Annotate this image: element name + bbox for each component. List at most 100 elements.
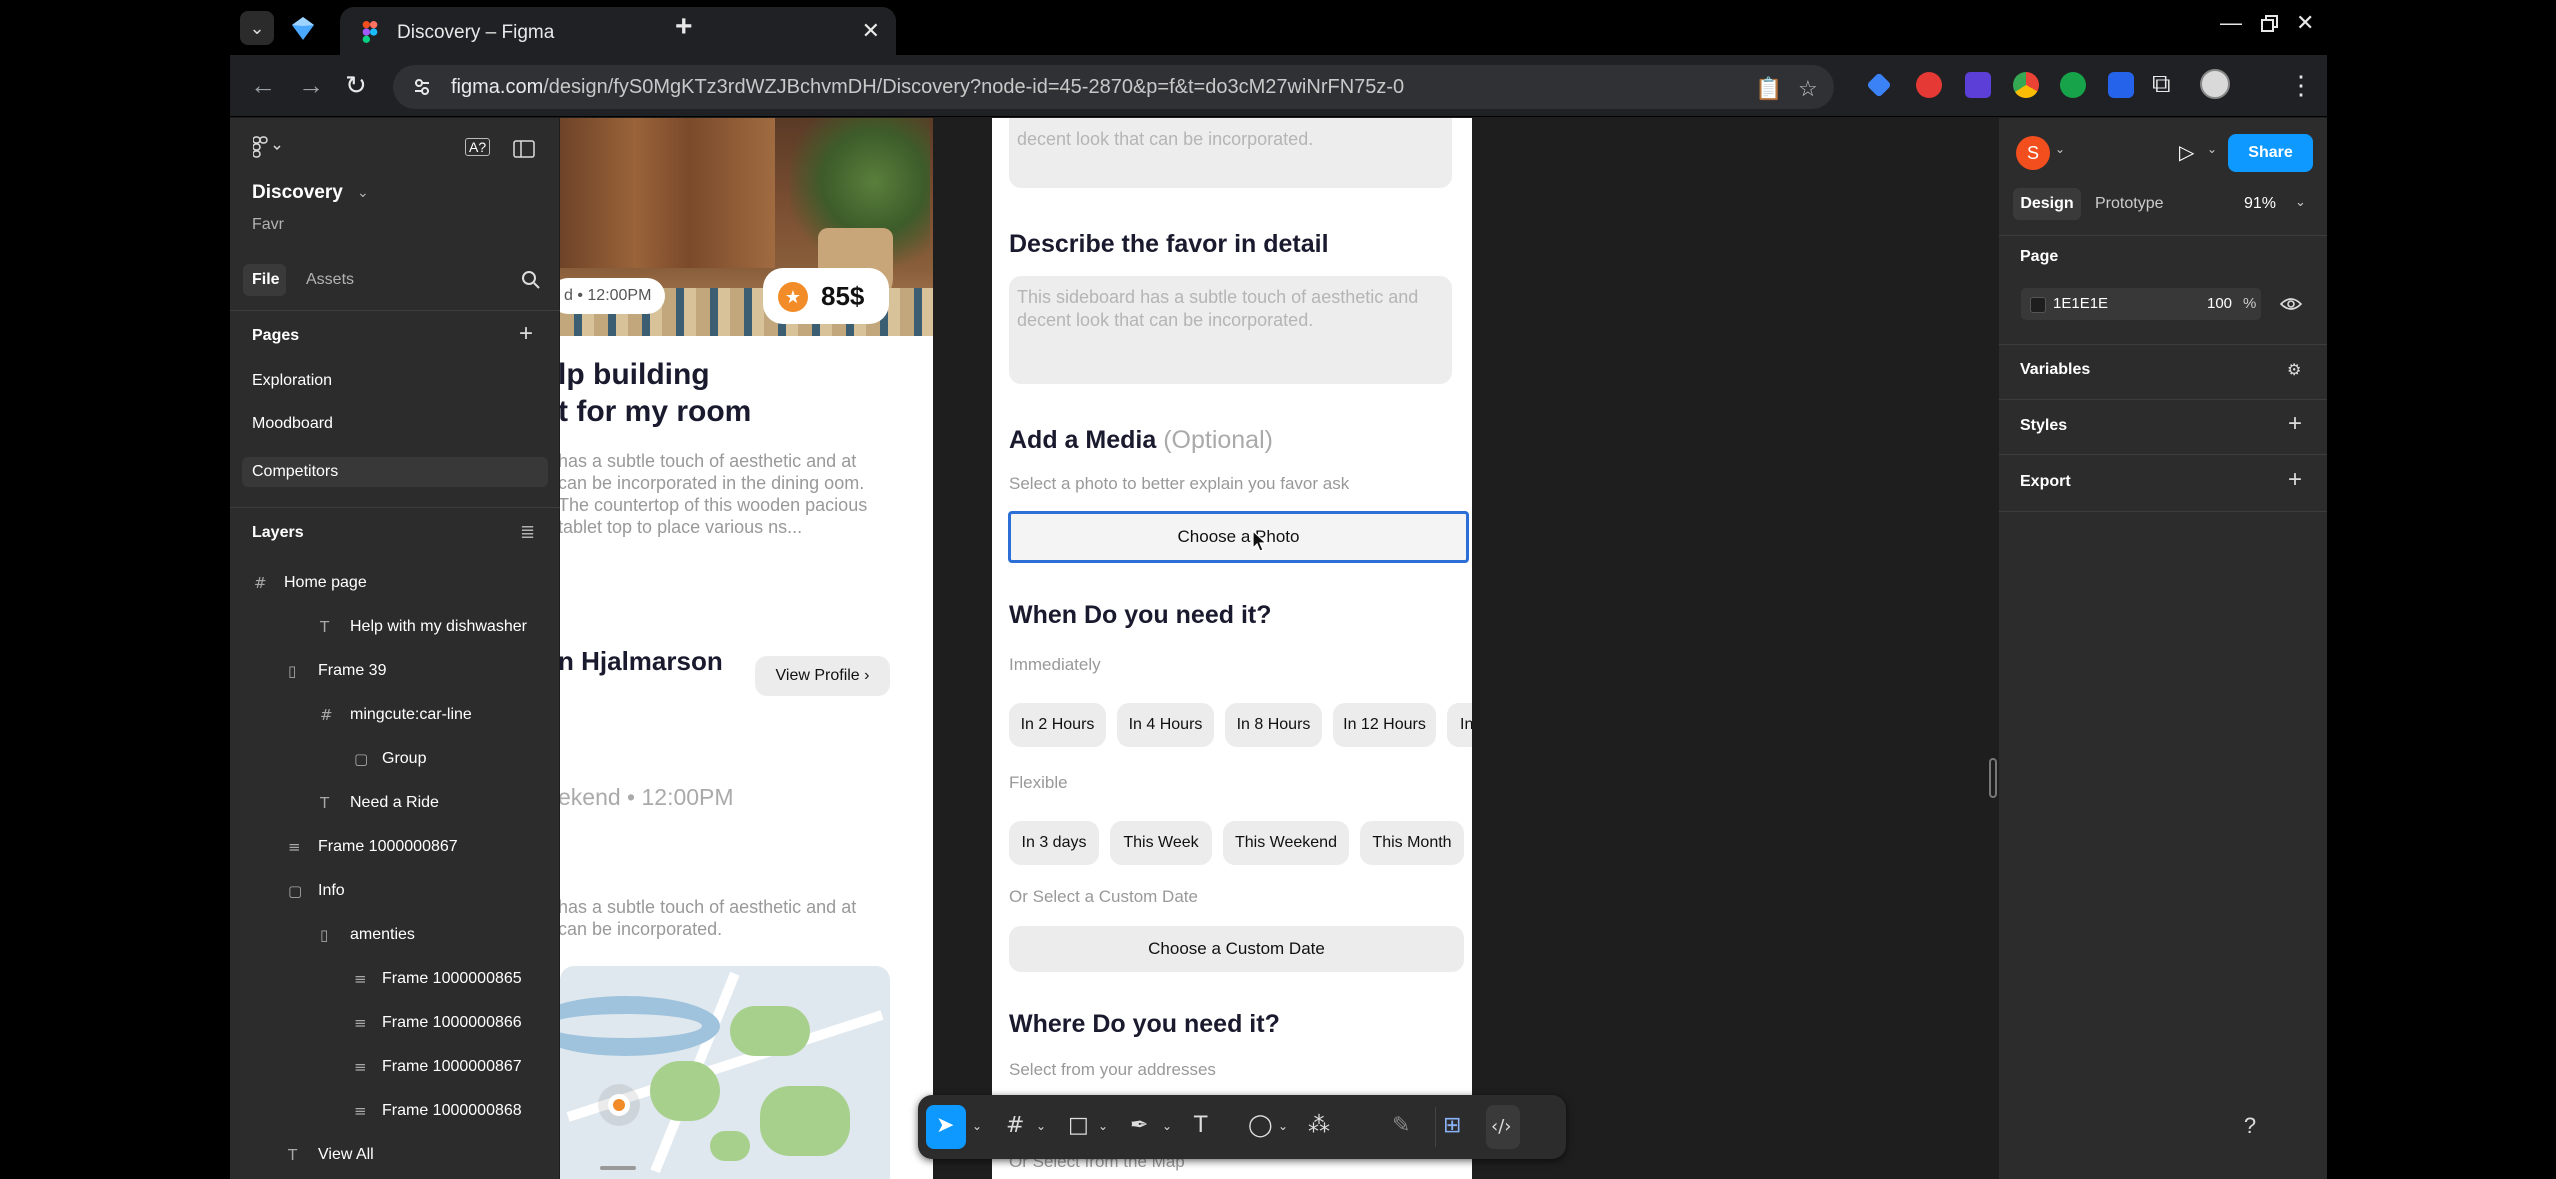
add-style-icon[interactable]: +: [2288, 410, 2302, 438]
choose-photo-button[interactable]: Choose a Photo: [1008, 511, 1469, 563]
export-heading[interactable]: Export: [2020, 473, 2071, 491]
add-export-icon[interactable]: +: [2288, 466, 2302, 494]
chip-in-2-hours[interactable]: In 2 Hours: [1009, 703, 1106, 747]
zoom-chevron-icon[interactable]: ⌄: [2295, 194, 2306, 210]
rectangle-tool-icon[interactable]: □: [1068, 1113, 1089, 1138]
extension-chrome-icon[interactable]: [2013, 72, 2039, 98]
file-name[interactable]: Discovery: [252, 182, 343, 204]
title-textbox[interactable]: decent look that can be incorporated.: [1009, 118, 1452, 188]
variables-settings-icon[interactable]: ⚙: [2287, 360, 2301, 380]
window-close-icon[interactable]: ✕: [2296, 10, 2314, 36]
reload-icon[interactable]: ↻: [345, 70, 367, 101]
chip-in-24-hours[interactable]: In 2: [1447, 703, 1472, 747]
canvas[interactable]: d • 12:00PM ★ 85$ lp building t for my r…: [560, 118, 1998, 1179]
shape-tool-chevron-icon[interactable]: ⌄: [1098, 1119, 1108, 1133]
tab-assets[interactable]: Assets: [306, 271, 354, 289]
chip-in-4-hours[interactable]: In 4 Hours: [1117, 703, 1214, 747]
page-color-field[interactable]: 1E1E1E 100 %: [2021, 288, 2261, 320]
address-bar[interactable]: figma.com/design/fyS0MgKTz3rdWZJBchvmDH/…: [393, 65, 1834, 109]
layer-item[interactable]: Info: [318, 882, 345, 900]
chip-in-8-hours[interactable]: In 8 Hours: [1225, 703, 1322, 747]
search-icon[interactable]: [521, 270, 541, 290]
present-play-icon[interactable]: ▷: [2179, 140, 2194, 165]
profile-avatar[interactable]: [2200, 69, 2230, 99]
color-swatch[interactable]: [2030, 297, 2046, 313]
describe-textbox[interactable]: This sideboard has a subtle touch of aes…: [1009, 276, 1452, 384]
project-name[interactable]: Favr: [252, 216, 284, 234]
minimize-icon[interactable]: —: [2220, 10, 2242, 36]
bookmark-star-icon[interactable]: ☆: [1798, 76, 1818, 102]
present-chevron-icon[interactable]: ⌄: [2207, 142, 2217, 156]
share-button[interactable]: Share: [2228, 134, 2313, 172]
clipboard-icon[interactable]: 📋: [1755, 76, 1782, 102]
home-page-frame[interactable]: d • 12:00PM ★ 85$ lp building t for my r…: [560, 118, 933, 1179]
actions-tool-icon[interactable]: ⁂: [1308, 1113, 1330, 1138]
extension-hand-icon[interactable]: [1916, 72, 1942, 98]
extension-layers-icon[interactable]: [1965, 72, 1991, 98]
tab-search-button[interactable]: ⌄: [240, 11, 274, 45]
design-mode-icon[interactable]: ⊞: [1443, 1113, 1461, 1138]
forward-icon[interactable]: →: [298, 70, 324, 101]
draw-mode-icon[interactable]: ✎: [1392, 1113, 1410, 1138]
tab-prototype[interactable]: Prototype: [2095, 195, 2163, 213]
layer-item[interactable]: Frame 1000000867: [318, 838, 458, 856]
browser-menu-icon[interactable]: ⋮: [2288, 70, 2314, 101]
avatar-chevron-icon[interactable]: ⌄: [2055, 142, 2065, 156]
pen-tool-chevron-icon[interactable]: ⌄: [1162, 1119, 1172, 1133]
back-icon[interactable]: ←: [250, 70, 276, 101]
close-tab-icon[interactable]: ✕: [862, 18, 880, 44]
extensions-puzzle-icon[interactable]: ⧉: [2152, 68, 2171, 100]
move-tool-chevron-icon[interactable]: ⌄: [972, 1119, 982, 1133]
variables-heading[interactable]: Variables: [2020, 361, 2090, 379]
pinned-tab-icon[interactable]: [288, 13, 318, 43]
comment-tool-icon[interactable]: ◯: [1248, 1113, 1273, 1138]
add-page-icon[interactable]: +: [519, 320, 533, 348]
layer-item[interactable]: amenties: [350, 926, 415, 944]
comment-tool-chevron-icon[interactable]: ⌄: [1278, 1119, 1288, 1133]
visibility-eye-icon[interactable]: [2280, 296, 2302, 312]
frame-tool-chevron-icon[interactable]: ⌄: [1036, 1119, 1046, 1133]
favor-form-frame[interactable]: decent look that can be incorporated. De…: [992, 118, 1472, 1179]
extension-gem-icon[interactable]: [1866, 72, 1892, 98]
chip-this-week[interactable]: This Week: [1110, 821, 1212, 865]
ai-icon[interactable]: A?: [465, 138, 491, 156]
layer-item[interactable]: Help with my dishwasher: [350, 618, 527, 636]
layer-item[interactable]: Frame 1000000866: [382, 1014, 522, 1032]
chip-this-weekend[interactable]: This Weekend: [1223, 821, 1349, 865]
layer-item[interactable]: Frame 1000000867: [382, 1058, 522, 1076]
pen-tool-icon[interactable]: ✒: [1130, 1113, 1148, 1138]
styles-heading[interactable]: Styles: [2020, 417, 2067, 435]
zoom-level[interactable]: 91%: [2244, 195, 2276, 213]
page-opacity[interactable]: 100: [2207, 295, 2232, 312]
text-tool-icon[interactable]: T: [1194, 1113, 1207, 1138]
tab-design[interactable]: Design: [2013, 188, 2081, 220]
page-item-competitors[interactable]: Competitors: [252, 463, 338, 481]
layer-item[interactable]: Home page: [284, 574, 367, 592]
chip-in-3-days[interactable]: In 3 days: [1009, 821, 1099, 865]
page-color-hex[interactable]: 1E1E1E: [2053, 295, 2108, 312]
move-tool-icon[interactable]: ➤: [936, 1113, 954, 1138]
extension-zm-icon[interactable]: [2108, 72, 2134, 98]
help-button[interactable]: ?: [2228, 1104, 2272, 1148]
layer-item[interactable]: Group: [382, 750, 426, 768]
extension-refresh-icon[interactable]: [2060, 72, 2086, 98]
layer-item[interactable]: Frame 1000000868: [382, 1102, 522, 1120]
user-avatar[interactable]: S: [2016, 136, 2050, 170]
view-profile-button[interactable]: View Profile ›: [755, 656, 890, 696]
panel-resize-handle[interactable]: [1989, 758, 1997, 798]
chip-in-12-hours[interactable]: In 12 Hours: [1333, 703, 1436, 747]
site-settings-icon[interactable]: [411, 76, 433, 98]
tab-file[interactable]: File: [252, 271, 280, 289]
layers-collapse-icon[interactable]: ≣: [520, 522, 535, 543]
layer-item[interactable]: Need a Ride: [350, 794, 439, 812]
active-tab[interactable]: Discovery – Figma ✕: [340, 7, 896, 55]
layer-item[interactable]: View All: [318, 1146, 374, 1164]
layer-item[interactable]: Frame 1000000865: [382, 970, 522, 988]
chip-this-month[interactable]: This Month: [1360, 821, 1464, 865]
dev-mode-icon[interactable]: ‹/›: [1491, 1116, 1511, 1137]
page-item-moodboard[interactable]: Moodboard: [252, 415, 333, 433]
frame-tool-icon[interactable]: #: [1006, 1113, 1024, 1138]
figma-menu-icon[interactable]: [253, 136, 283, 158]
layer-item[interactable]: mingcute:car-line: [350, 706, 472, 724]
page-item-exploration[interactable]: Exploration: [252, 372, 332, 390]
